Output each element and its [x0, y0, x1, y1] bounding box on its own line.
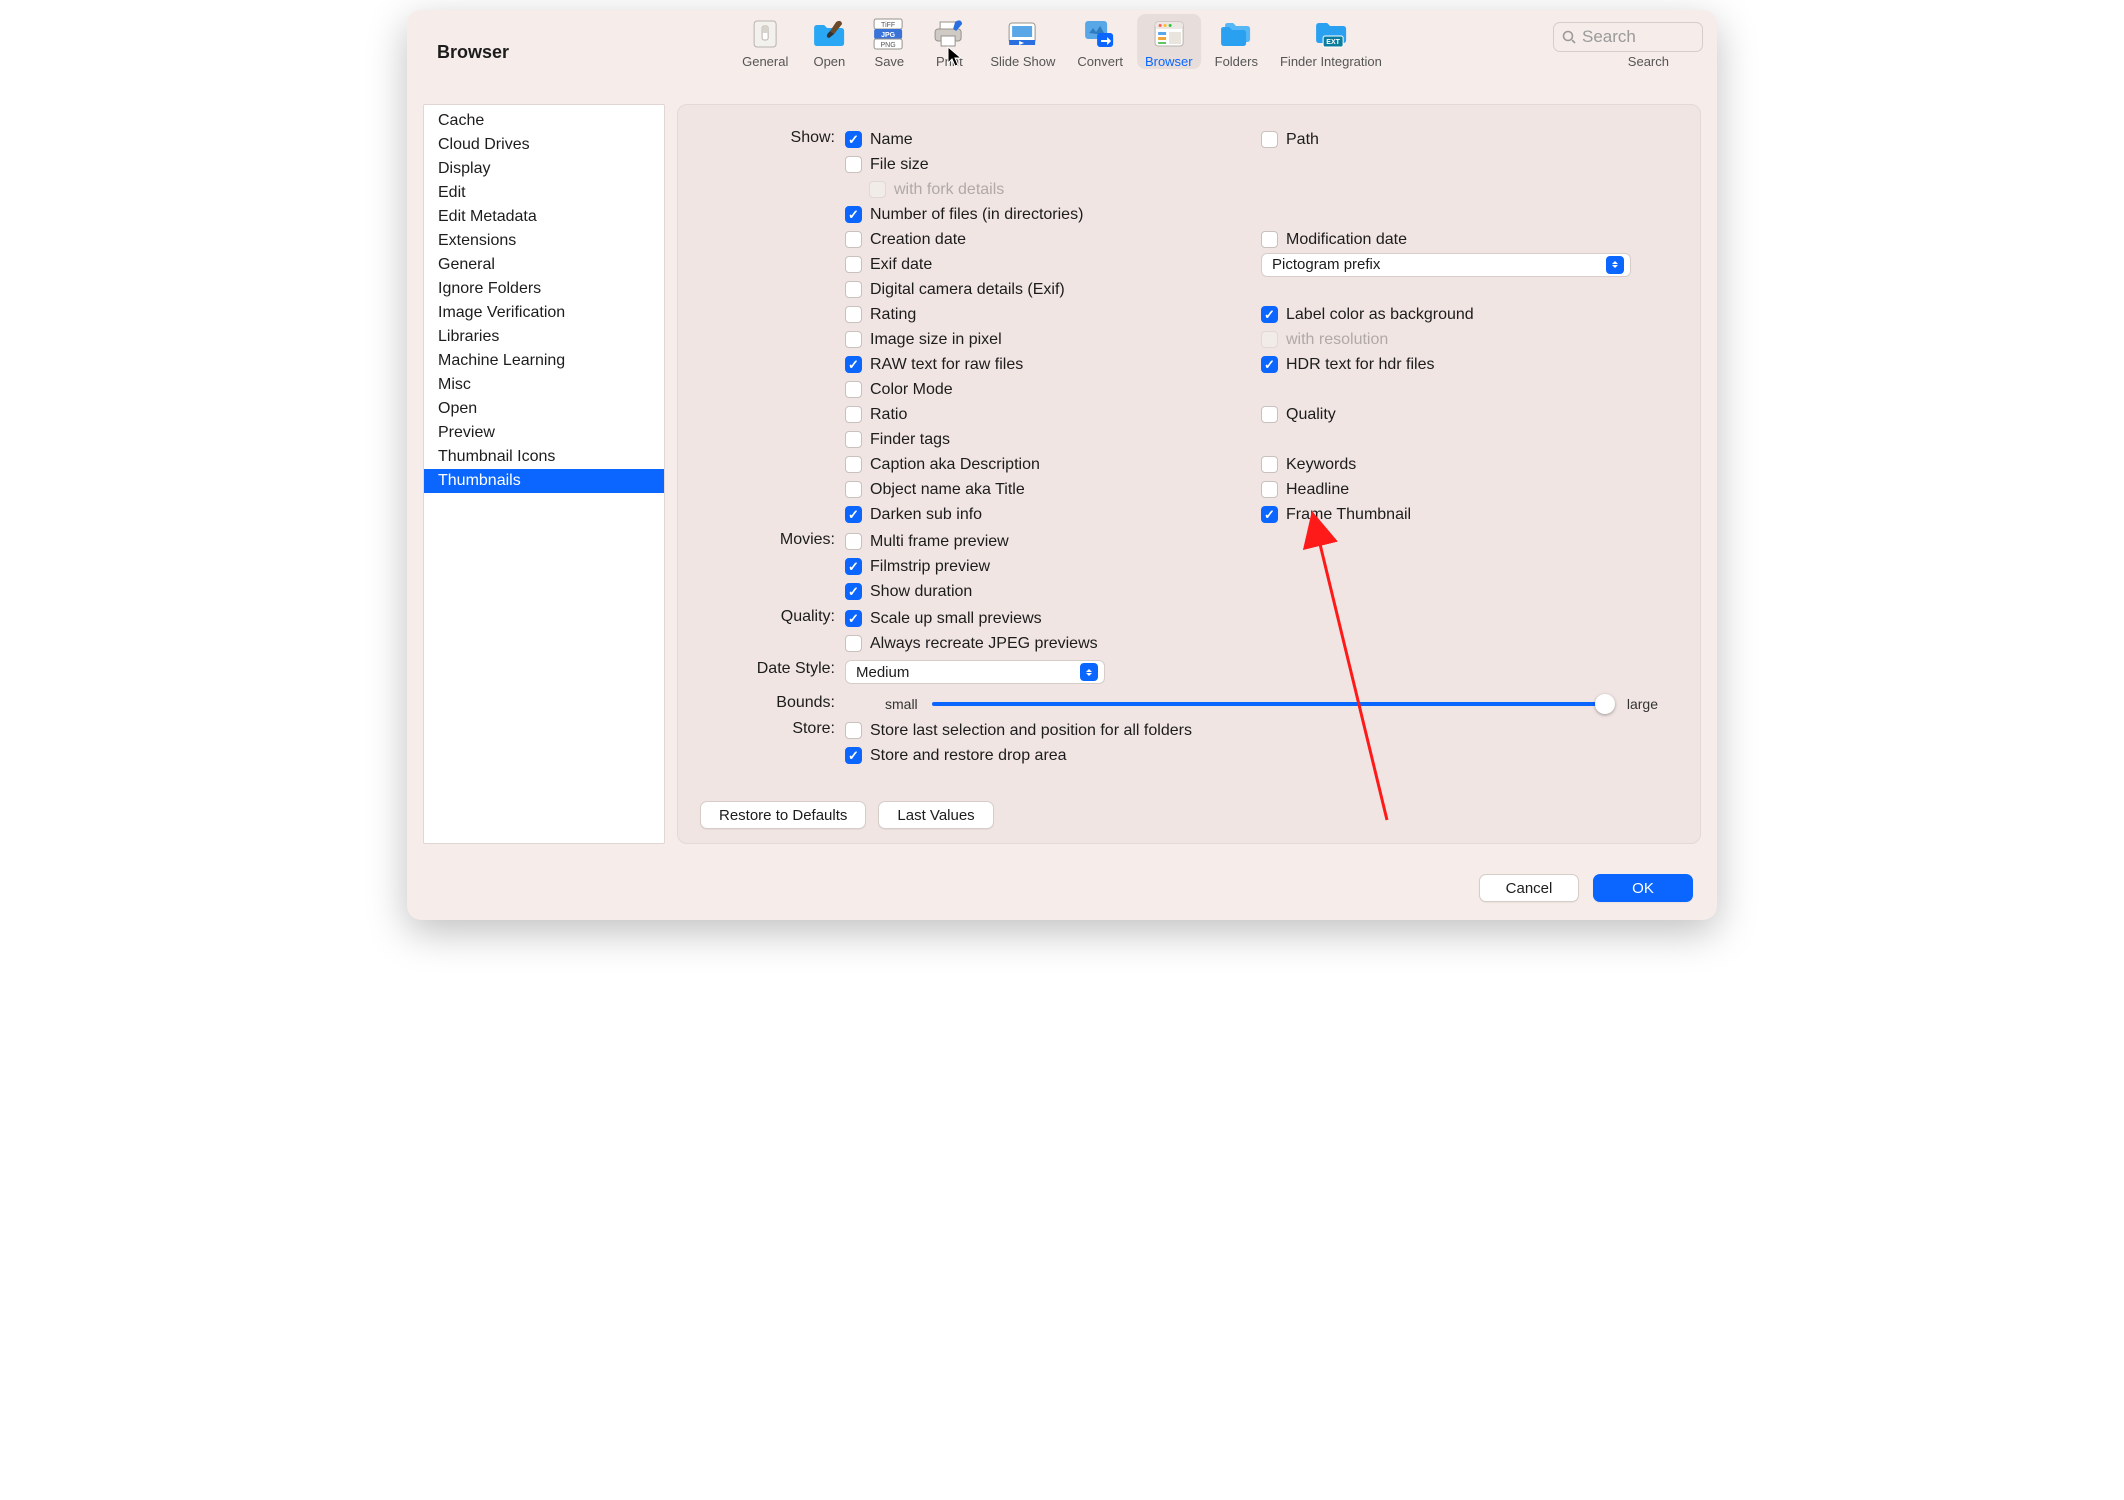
titlebar: Browser General Open TiFF JPG PNG: [407, 10, 1717, 92]
cb-exif-date[interactable]: [845, 256, 862, 273]
label-date-style: Date Style:: [700, 658, 845, 690]
cb-headline[interactable]: [1261, 481, 1278, 498]
preferences-window: Browser General Open TiFF JPG PNG: [407, 10, 1717, 920]
sidebar-item-thumbnail-icons[interactable]: Thumbnail Icons: [424, 445, 664, 469]
cb-multi-frame[interactable]: [845, 533, 862, 550]
select-pictogram[interactable]: Pictogram prefix: [1261, 253, 1631, 277]
switch-icon: [746, 16, 784, 52]
sidebar-item-open[interactable]: Open: [424, 397, 664, 421]
chevrons-icon: [1080, 663, 1098, 681]
convert-icon: [1081, 16, 1119, 52]
svg-text:EXT: EXT: [1326, 39, 1340, 46]
toolbar-item-print[interactable]: Print: [922, 14, 976, 69]
cb-file-size[interactable]: [845, 156, 862, 173]
label-store: Store:: [700, 718, 845, 768]
cb-show-duration[interactable]: [845, 583, 862, 600]
toolbar-item-convert[interactable]: Convert: [1069, 14, 1131, 69]
slider-label-large: large: [1627, 696, 1658, 712]
cb-filmstrip[interactable]: [845, 558, 862, 575]
slider-thumb[interactable]: [1595, 694, 1615, 714]
search-input[interactable]: Search: [1553, 22, 1703, 52]
folder-ext-icon: EXT: [1312, 16, 1350, 52]
cb-scale-up[interactable]: [845, 610, 862, 627]
cb-label-bg[interactable]: [1261, 306, 1278, 323]
cb-darken[interactable]: [845, 506, 862, 523]
sidebar-item-preview[interactable]: Preview: [424, 421, 664, 445]
cb-finder-tags[interactable]: [845, 431, 862, 448]
cb-object-name[interactable]: [845, 481, 862, 498]
cb-store-selection[interactable]: [845, 722, 862, 739]
cb-fork-details: [869, 181, 886, 198]
cb-creation-date[interactable]: [845, 231, 862, 248]
last-values-button[interactable]: Last Values: [878, 801, 993, 829]
svg-text:PNG: PNG: [881, 42, 896, 49]
cb-name[interactable]: [845, 131, 862, 148]
toolbar: General Open TiFFJPGPNG Save: [734, 14, 1390, 69]
cb-with-resolution: [1261, 331, 1278, 348]
bounds-slider[interactable]: [932, 702, 1613, 706]
toolbar-item-save[interactable]: TiFFJPGPNG Save: [862, 14, 916, 69]
ok-button[interactable]: OK: [1593, 874, 1693, 902]
label-show: Show:: [700, 127, 845, 527]
cb-quality[interactable]: [1261, 406, 1278, 423]
label-movies: Movies:: [700, 529, 845, 604]
folder-brush-icon: [810, 16, 848, 52]
slider-label-small: small: [885, 696, 918, 712]
cb-caption[interactable]: [845, 456, 862, 473]
browser-window-icon: [1150, 16, 1188, 52]
sidebar-item-edit[interactable]: Edit: [424, 181, 664, 205]
cb-image-size[interactable]: [845, 331, 862, 348]
svg-text:JPG: JPG: [881, 32, 896, 39]
sidebar-item-libraries[interactable]: Libraries: [424, 325, 664, 349]
sidebar-item-machine-learning[interactable]: Machine Learning: [424, 349, 664, 373]
sidebar-item-cache[interactable]: Cache: [424, 109, 664, 133]
toolbar-item-finder-integration[interactable]: EXT Finder Integration: [1272, 14, 1390, 69]
sidebar-item-general[interactable]: General: [424, 253, 664, 277]
toolbar-item-slideshow[interactable]: Slide Show: [982, 14, 1063, 69]
cancel-button[interactable]: Cancel: [1479, 874, 1579, 902]
window-title: Browser: [437, 42, 509, 63]
file-formats-icon: TiFF JPG PNG: [870, 16, 908, 52]
restore-defaults-button[interactable]: Restore to Defaults: [700, 801, 866, 829]
cb-rating[interactable]: [845, 306, 862, 323]
cb-recreate-jpeg[interactable]: [845, 635, 862, 652]
cb-path[interactable]: [1261, 131, 1278, 148]
sidebar-item-extensions[interactable]: Extensions: [424, 229, 664, 253]
sidebar-item-display[interactable]: Display: [424, 157, 664, 181]
settings-pane: Show: Name File size with fork details N…: [677, 104, 1701, 844]
sidebar-item-ignore-folders[interactable]: Ignore Folders: [424, 277, 664, 301]
sidebar-item-edit-metadata[interactable]: Edit Metadata: [424, 205, 664, 229]
sidebar-item-cloud-drives[interactable]: Cloud Drives: [424, 133, 664, 157]
sidebar-item-image-verification[interactable]: Image Verification: [424, 301, 664, 325]
toolbar-item-general[interactable]: General: [734, 14, 796, 69]
search-caption: Search: [1628, 54, 1669, 69]
sidebar-item-misc[interactable]: Misc: [424, 373, 664, 397]
toolbar-item-open[interactable]: Open: [802, 14, 856, 69]
cb-digital-camera[interactable]: [845, 281, 862, 298]
cb-modification-date[interactable]: [1261, 231, 1278, 248]
cb-hdr-text[interactable]: [1261, 356, 1278, 373]
cb-num-files[interactable]: [845, 206, 862, 223]
cb-keywords[interactable]: [1261, 456, 1278, 473]
printer-icon: [930, 16, 968, 52]
label-bounds: Bounds:: [700, 692, 845, 716]
cb-store-drop-area[interactable]: [845, 747, 862, 764]
cb-frame-thumbnail[interactable]: [1261, 506, 1278, 523]
chevrons-icon: [1606, 256, 1624, 274]
sidebar: Cache Cloud Drives Display Edit Edit Met…: [423, 104, 665, 844]
slideshow-icon: [1004, 16, 1042, 52]
folders-icon: [1217, 16, 1255, 52]
select-date-style[interactable]: Medium: [845, 660, 1105, 684]
cb-color-mode[interactable]: [845, 381, 862, 398]
cb-raw-text[interactable]: [845, 356, 862, 373]
toolbar-item-browser[interactable]: Browser: [1137, 14, 1201, 69]
svg-text:TiFF: TiFF: [881, 22, 895, 29]
search-icon: [1562, 30, 1576, 44]
label-quality: Quality:: [700, 606, 845, 656]
sidebar-item-thumbnails[interactable]: Thumbnails: [424, 469, 664, 493]
toolbar-item-folders[interactable]: Folders: [1207, 14, 1266, 69]
cb-ratio[interactable]: [845, 406, 862, 423]
